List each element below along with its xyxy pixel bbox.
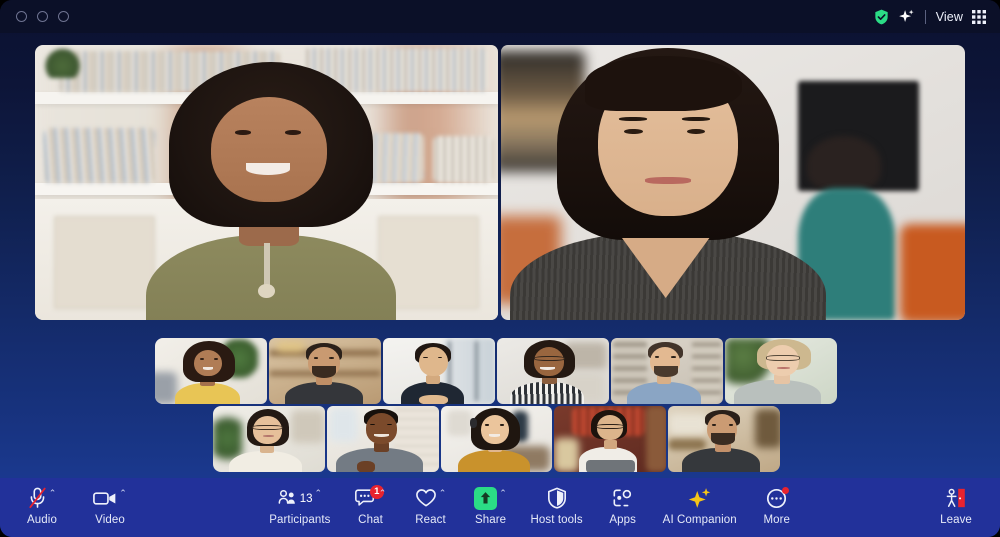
chat-label: Chat (358, 514, 383, 526)
filmstrip-row-1 (155, 338, 837, 404)
toolbar-right-group: Leave (930, 478, 1000, 528)
close-button[interactable] (16, 11, 27, 22)
video-camera-icon (93, 490, 117, 507)
share-label: Share (474, 514, 507, 526)
more-circle-icon (766, 486, 790, 509)
participant-thumbnail[interactable] (611, 338, 723, 404)
apps-button[interactable]: Apps (597, 483, 649, 528)
video-label: Video (95, 514, 125, 526)
shield-icon (547, 487, 567, 509)
sparkle-icon[interactable] (898, 8, 915, 25)
title-bar: View (0, 0, 1000, 33)
more-notification-dot (782, 486, 790, 494)
participants-label: Participants (269, 514, 331, 526)
ai-companion-label: AI Companion (662, 514, 737, 526)
share-button[interactable]: ⌃ Share (465, 483, 517, 528)
participants-count: 13 (299, 493, 313, 505)
title-bar-right-controls: View (874, 8, 986, 25)
meeting-toolbar: ⌃ Audio ⌃ Video 13 ⌃ Participants 1 ⌃ Ch… (0, 478, 1000, 537)
more-button[interactable]: More (751, 483, 803, 528)
zoom-meeting-window: View ⌃ Audio ⌃ Video 13 ⌃ Participants 1… (0, 0, 1000, 537)
participant-thumbnail[interactable] (497, 338, 609, 404)
audio-button[interactable]: ⌃ Audio (16, 483, 68, 528)
share-screen-icon (474, 486, 498, 510)
participant-thumbnail[interactable] (668, 406, 780, 472)
minimize-button[interactable] (37, 11, 48, 22)
participant-thumbnail[interactable] (213, 406, 325, 472)
filmstrip-row-2 (213, 406, 780, 472)
video-feed (501, 45, 965, 320)
shield-check-icon[interactable] (874, 9, 889, 25)
host-tools-label: Host tools (530, 514, 583, 526)
react-caret[interactable]: ⌃ (439, 488, 447, 498)
grid-icon[interactable] (972, 9, 986, 24)
apps-icon (612, 488, 633, 508)
sparkles-icon (688, 487, 712, 509)
participant-thumbnail[interactable] (326, 406, 439, 472)
participants-button[interactable]: 13 ⌃ Participants (263, 483, 336, 528)
meeting-stage (0, 33, 1000, 478)
apps-label: Apps (609, 514, 636, 526)
heart-icon (415, 488, 437, 508)
video-feed (35, 45, 498, 320)
video-button[interactable]: ⌃ Video (84, 483, 136, 528)
active-speaker-area (35, 45, 965, 320)
view-label[interactable]: View (936, 10, 963, 24)
leave-button[interactable]: Leave (930, 483, 982, 528)
participant-thumbnail[interactable] (440, 406, 553, 472)
microphone-muted-icon (28, 487, 47, 509)
react-label: React (415, 514, 446, 526)
participant-thumbnail[interactable] (383, 338, 495, 404)
leave-door-icon (944, 487, 968, 509)
participant-filmstrip (0, 338, 1000, 472)
audio-options-caret[interactable]: ⌃ (49, 488, 57, 498)
ai-companion-button[interactable]: AI Companion (657, 483, 743, 528)
participant-thumbnail[interactable] (155, 338, 267, 404)
chat-button[interactable]: 1 ⌃ Chat (345, 483, 397, 528)
leave-label: Leave (940, 514, 972, 526)
video-options-caret[interactable]: ⌃ (119, 488, 127, 498)
chat-bubble-icon: 1 (354, 485, 384, 508)
active-speaker-tile-right[interactable] (501, 45, 965, 320)
share-caret[interactable]: ⌃ (499, 488, 507, 498)
title-bar-divider (924, 9, 926, 24)
host-tools-button[interactable]: Host tools (525, 483, 589, 528)
app-root: View ⌃ Audio ⌃ Video 13 ⌃ Participants 1… (0, 0, 1000, 537)
more-label: More (763, 514, 791, 526)
participants-caret[interactable]: ⌃ (315, 488, 323, 498)
participants-icon (278, 489, 298, 507)
active-speaker-tile-left[interactable] (35, 45, 498, 320)
zoom-button[interactable] (58, 11, 69, 22)
audio-label: Audio (27, 514, 57, 526)
participant-thumbnail[interactable] (269, 338, 381, 404)
toolbar-left-group: ⌃ Audio ⌃ Video (0, 478, 136, 528)
toolbar-center-group: 13 ⌃ Participants 1 ⌃ Chat ⌃ React ⌃ Sha… (136, 478, 930, 528)
participant-thumbnail[interactable] (725, 338, 837, 404)
chat-caret[interactable]: ⌃ (379, 488, 387, 498)
participant-thumbnail[interactable] (554, 406, 667, 472)
window-controls[interactable] (16, 11, 69, 22)
react-button[interactable]: ⌃ React (405, 483, 457, 528)
